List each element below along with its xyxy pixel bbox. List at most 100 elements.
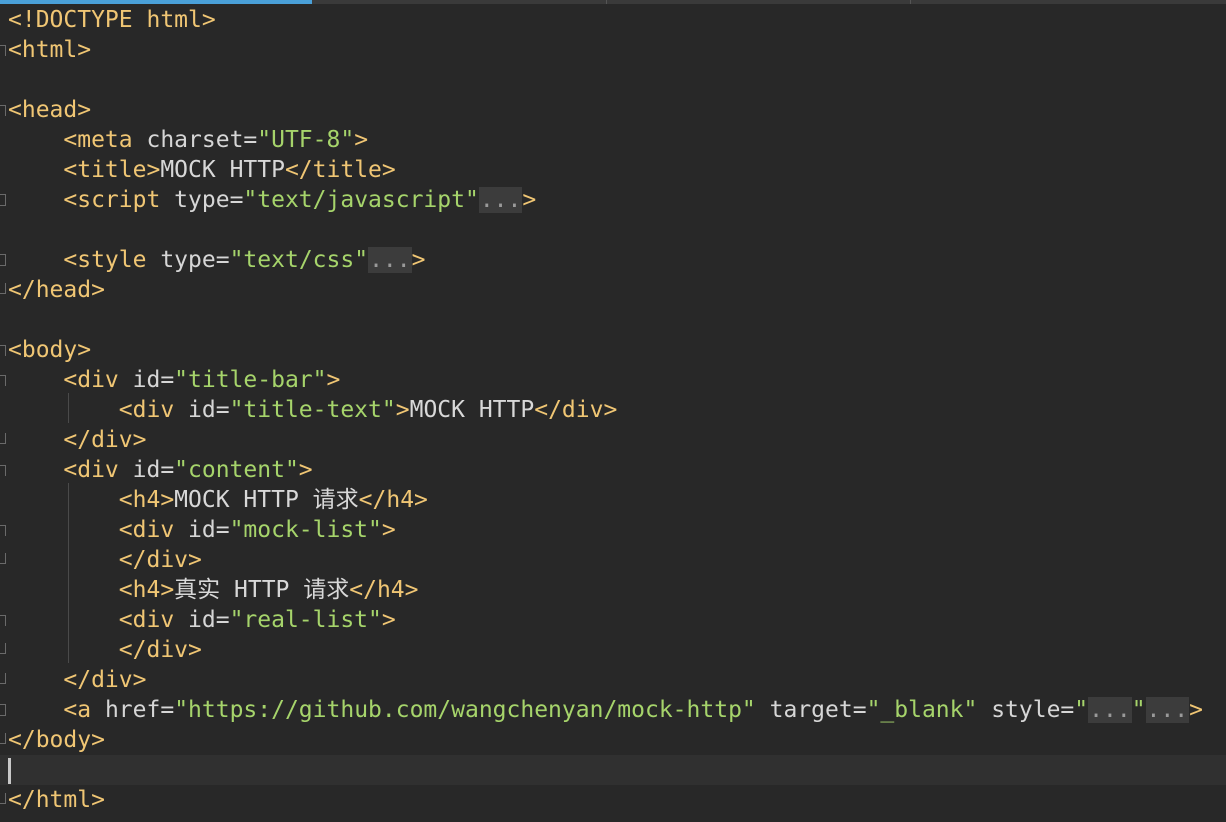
string-value: "UTF-8" — [257, 127, 355, 153]
code-line: </head> — [0, 275, 1226, 305]
string-value: "mock-list" — [229, 517, 382, 543]
code-line: <div id="title-text">MOCK HTTP</div> — [118, 397, 618, 423]
tag-title-close: </title> — [284, 157, 396, 183]
code-line: </div> — [0, 545, 1226, 575]
fold-close-marker[interactable] — [0, 283, 6, 294]
tag-head-close: </head> — [8, 277, 105, 303]
string-value: "text/css" — [229, 247, 369, 273]
attr-href: href= — [91, 697, 175, 723]
fold-open-marker[interactable] — [0, 375, 6, 386]
string-value: "title-bar" — [174, 367, 327, 393]
code-line: <div id="real-list"> — [0, 605, 1226, 635]
code-line: </html> — [0, 785, 1226, 815]
attr-id: id= — [118, 367, 175, 393]
fold-close-marker[interactable] — [0, 793, 6, 804]
code-line: <head> — [0, 95, 1226, 125]
tag-div-close: </div> — [118, 637, 202, 663]
tag-h4-open: <h4> — [118, 487, 175, 513]
code-line: <body> — [0, 335, 1226, 365]
folded-code-ellipsis[interactable]: ... — [368, 247, 412, 273]
fold-open-marker[interactable] — [0, 345, 6, 356]
code-line: </div> — [0, 635, 1226, 665]
attr-id: id= — [174, 607, 230, 633]
code-line: <title>MOCK HTTP</title> — [0, 155, 1226, 185]
tag-div-close: </div> — [63, 427, 147, 453]
tag-h4-open: <h4> — [118, 577, 175, 603]
tag-title-open: <title> — [63, 157, 161, 183]
folded-code-ellipsis[interactable]: ... — [478, 187, 523, 213]
fold-open-marker[interactable] — [0, 525, 6, 536]
string-value: "title-text" — [229, 397, 396, 423]
tag-div: <div — [63, 457, 119, 483]
code-line: <html> — [0, 35, 1226, 65]
tab-separator — [910, 0, 911, 4]
doctype-keyword: <!DOCTYPE — [8, 7, 133, 33]
tag-h4-close: </h4> — [349, 577, 419, 603]
tag-div-close: </div> — [118, 547, 202, 573]
tab-separator — [606, 0, 607, 4]
code-line: <h4>真实 HTTP 请求</h4> — [0, 575, 1226, 605]
tag-div: <div — [118, 397, 175, 423]
string-value: "text/javascript" — [243, 187, 479, 213]
string-value: "real-list" — [229, 607, 382, 633]
code-line: <script type="text/javascript"...> — [0, 185, 1226, 215]
attr-id: id= — [118, 457, 175, 483]
tag-html-open: <html> — [8, 37, 92, 63]
tag-body-close: </body> — [8, 727, 105, 753]
fold-open-marker[interactable] — [0, 105, 6, 116]
tab-bar — [0, 0, 1226, 4]
code-line: <div id="title-bar"> — [0, 365, 1226, 395]
attr-style: style= — [977, 697, 1075, 723]
fold-close-marker[interactable] — [0, 553, 6, 564]
tag-div: <div — [63, 367, 119, 393]
string-value: "https://github.com/wangchenyan/mock-htt… — [174, 697, 756, 723]
active-tab-indicator[interactable] — [0, 0, 312, 4]
fold-close-marker[interactable] — [0, 733, 6, 744]
fold-close-marker[interactable] — [0, 433, 6, 444]
current-line[interactable] — [0, 755, 1226, 785]
tag-div-close: </div> — [63, 667, 147, 693]
attr-target: target= — [755, 697, 867, 723]
code-line: <style type="text/css"...> — [0, 245, 1226, 275]
code-line: </body> — [0, 725, 1226, 755]
tag-div: <div — [118, 607, 175, 633]
fold-close-marker[interactable] — [0, 643, 6, 654]
code-line: </div> — [0, 425, 1226, 455]
fold-collapsed-marker[interactable] — [0, 254, 6, 266]
folded-code-ellipsis[interactable]: ... — [1145, 697, 1190, 723]
doctype-value: html> — [132, 7, 216, 33]
code-line: <meta charset="UTF-8"> — [63, 127, 369, 153]
fold-collapsed-marker[interactable] — [0, 194, 6, 206]
tag-body-open: <body> — [8, 337, 92, 363]
attr-id: id= — [174, 397, 230, 423]
attr-type: type= — [160, 187, 244, 213]
tag-html-close: </html> — [8, 787, 105, 813]
attr-type: type= — [146, 247, 230, 273]
text-content: MOCK HTTP — [160, 157, 285, 183]
text-content: MOCK HTTP 请求 — [174, 487, 359, 513]
code-line: </div> — [0, 665, 1226, 695]
tag-meta: <meta — [63, 127, 133, 153]
code-line: <!DOCTYPE html> — [0, 5, 1226, 35]
text-content: 真实 HTTP 请求 — [174, 577, 350, 603]
tag-div-close: </div> — [534, 397, 618, 423]
fold-collapsed-marker[interactable] — [0, 704, 6, 716]
fold-open-marker[interactable] — [0, 465, 6, 476]
attr-charset: charset= — [132, 127, 258, 153]
tag-script: <script — [63, 187, 161, 213]
tag-h4-close: </h4> — [358, 487, 428, 513]
text-content: MOCK HTTP — [409, 397, 535, 423]
tag-head-open: <head> — [8, 97, 92, 123]
fold-close-marker[interactable] — [0, 673, 6, 684]
fold-open-marker[interactable] — [0, 45, 6, 56]
text-cursor — [8, 758, 11, 784]
string-value: "_blank" — [866, 697, 978, 723]
folded-code-ellipsis[interactable]: ... — [1088, 697, 1132, 723]
code-line: <div id="content"> — [0, 455, 1226, 485]
fold-open-marker[interactable] — [0, 615, 6, 626]
attr-id: id= — [174, 517, 230, 543]
tag-anchor: <a — [63, 697, 92, 723]
